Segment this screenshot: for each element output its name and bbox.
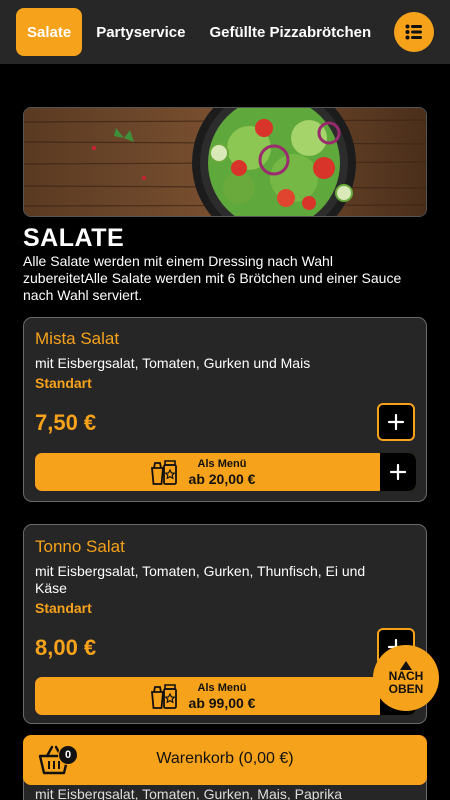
product-price: 8,00 €	[35, 635, 97, 660]
tab-partyservice[interactable]: Partyservice	[96, 24, 185, 41]
category-nav: Salate Partyservice Gefüllte Pizzabrötch…	[0, 0, 450, 64]
menu-combo-icon	[151, 684, 177, 709]
product-name[interactable]: Tonno Salat	[35, 537, 125, 557]
category-title: SALATE	[23, 224, 125, 252]
product-variant: Standart	[35, 375, 92, 391]
back-to-top-line2: OBEN	[388, 681, 424, 696]
salad-bowl-image	[24, 108, 426, 216]
menu-option-price: ab 99,00 €	[188, 695, 256, 711]
menu-option-button[interactable]: Als Menü ab 20,00 €	[35, 453, 416, 491]
menu-option-button[interactable]: Als Menü ab 99,00 €	[35, 677, 416, 715]
category-hero-image	[23, 107, 427, 217]
product-description: mit Eisbergsalat, Tomaten, Gurken, Thunf…	[35, 563, 366, 596]
menu-add-button[interactable]	[380, 453, 416, 491]
product-card: Tonno Salat mit Eisbergsalat, Tomaten, G…	[23, 524, 427, 724]
menu-option-label: Als Menü	[197, 458, 247, 470]
back-to-top-line1: NACH	[388, 668, 424, 683]
back-to-top-button[interactable]: NACH OBEN	[373, 645, 439, 711]
menu-option-price: ab 20,00 €	[188, 471, 256, 487]
tab-salate[interactable]: Salate	[16, 8, 83, 56]
product-price: 7,50 €	[35, 410, 97, 435]
add-to-cart-button[interactable]	[377, 403, 415, 441]
tab-gefuellte-pizzabroetchen[interactable]: Gefüllte Pizzabrötchen	[209, 24, 371, 41]
plus-icon	[389, 463, 407, 481]
list-icon	[405, 24, 422, 40]
menu-option-label: Als Menü	[197, 682, 247, 694]
menu-combo-icon	[151, 460, 177, 485]
product-description: mit Eisbergsalat, Tomaten, Gurken, Mais,…	[35, 786, 343, 800]
category-description: Alle Salate werden mit einem Dressing na…	[23, 253, 402, 303]
category-menu-button[interactable]	[394, 12, 434, 52]
product-variant: Standart	[35, 600, 92, 616]
cart-button[interactable]: Warenkorb (0,00 €)	[23, 735, 427, 785]
product-description: mit Eisbergsalat, Tomaten, Gurken und Ma…	[35, 355, 311, 371]
product-name[interactable]: Mista Salat	[35, 329, 119, 349]
product-card: Mista Salat mit Eisbergsalat, Tomaten, G…	[23, 317, 427, 502]
plus-icon	[387, 413, 405, 431]
cart-label: Warenkorb (0,00 €)	[156, 750, 294, 767]
cart-count-badge: 0	[58, 745, 78, 765]
